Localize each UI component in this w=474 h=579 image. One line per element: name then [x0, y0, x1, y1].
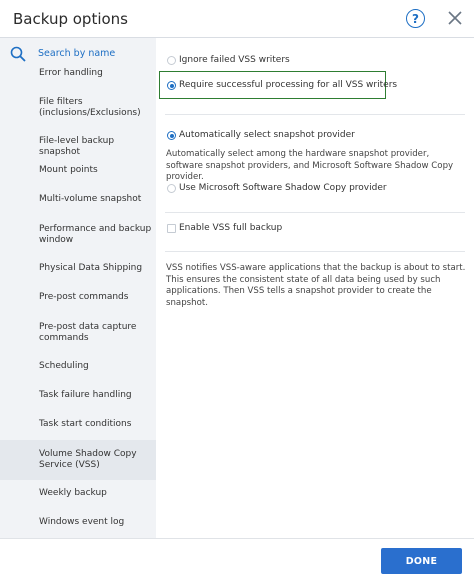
ignore-failed-writers-label: Ignore failed VSS writers	[179, 55, 290, 65]
sidebar-item-label: Weekly backup	[39, 488, 107, 498]
sidebar-item-pre-post-data-capture[interactable]: Pre-post data capture commands	[0, 319, 156, 347]
section-divider	[165, 212, 465, 213]
sidebar-item-file-level-backup-snapshot[interactable]: File-level backup snapshot	[0, 134, 156, 157]
require-successful-processing-label: Require successful processing for all VS…	[179, 80, 398, 90]
dialog-header: Backup options ?	[0, 0, 474, 38]
dialog-footer: DONE	[0, 538, 474, 579]
sidebar-item-label: Windows event log	[39, 517, 125, 527]
sidebar-item-scheduling[interactable]: Scheduling	[0, 359, 156, 375]
sidebar-item-label: Pre-post commands	[39, 292, 129, 302]
require-successful-processing-radio[interactable]	[167, 81, 176, 90]
section-divider	[165, 114, 465, 115]
sidebar-item-label: Physical Data Shipping	[39, 263, 143, 273]
sidebar-item-pre-post-commands[interactable]: Pre-post commands	[0, 290, 156, 306]
sidebar-item-label: Volume Shadow Copy Service (VSS)	[39, 449, 137, 470]
use-microsoft-provider-radio[interactable]	[167, 184, 176, 193]
sidebar-item-performance-backup-window[interactable]: Performance and backup window	[0, 221, 156, 249]
sidebar-item-label: Task start conditions	[39, 419, 132, 429]
auto-select-provider-radio[interactable]	[167, 131, 176, 140]
auto-select-provider-description: Automatically select among the hardware …	[166, 149, 454, 182]
search-icon[interactable]	[10, 46, 26, 62]
sidebar-item-label: Performance and backup window	[39, 224, 152, 245]
sidebar-item-vss[interactable]: Volume Shadow Copy Service (VSS)	[0, 440, 156, 480]
sidebar-item-task-start-conditions[interactable]: Task start conditions	[0, 417, 156, 433]
sidebar-item-multi-volume-snapshot[interactable]: Multi-volume snapshot	[0, 192, 156, 208]
enable-vss-full-backup-label: Enable VSS full backup	[179, 223, 283, 233]
sidebar-item-label: Scheduling	[39, 361, 89, 371]
dialog-title: Backup options	[13, 10, 128, 28]
sidebar-item-label: File-level backup snapshot	[39, 136, 115, 157]
sidebar-item-label: File filters (inclusions/Exclusions)	[39, 97, 141, 118]
section-divider	[165, 251, 465, 252]
sidebar-search	[0, 38, 156, 68]
sidebar-item-windows-event-log[interactable]: Windows event log	[0, 515, 156, 531]
sidebar-item-error-handling[interactable]: Error handling	[0, 66, 156, 82]
help-icon[interactable]: ?	[406, 9, 425, 28]
sidebar-item-label: Multi-volume snapshot	[39, 194, 142, 204]
search-input[interactable]	[38, 48, 148, 59]
auto-select-provider-label: Automatically select snapshot provider	[179, 130, 355, 140]
options-sidebar: Error handling File filters (inclusions/…	[0, 38, 156, 538]
vss-options-panel: Ignore failed VSS writers Require succes…	[156, 38, 474, 538]
ignore-failed-writers-radio[interactable]	[167, 56, 176, 65]
sidebar-item-physical-data-shipping[interactable]: Physical Data Shipping	[0, 261, 156, 277]
sidebar-item-label: Pre-post data capture commands	[39, 322, 137, 343]
sidebar-item-file-filters[interactable]: File filters (inclusions/Exclusions)	[0, 94, 156, 122]
use-microsoft-provider-label: Use Microsoft Software Shadow Copy provi…	[179, 183, 387, 193]
sidebar-item-task-failure-handling[interactable]: Task failure handling	[0, 388, 156, 404]
sidebar-item-label: Task failure handling	[39, 390, 132, 400]
enable-vss-full-backup-checkbox[interactable]	[167, 224, 176, 233]
done-button[interactable]: DONE	[381, 548, 462, 574]
vss-note: VSS notifies VSS-aware applications that…	[166, 263, 466, 308]
sidebar-item-weekly-backup[interactable]: Weekly backup	[0, 486, 156, 502]
close-icon[interactable]	[444, 7, 466, 29]
sidebar-item-label: Error handling	[39, 68, 103, 78]
sidebar-item-mount-points[interactable]: Mount points	[0, 163, 156, 179]
sidebar-item-label: Mount points	[39, 165, 98, 175]
